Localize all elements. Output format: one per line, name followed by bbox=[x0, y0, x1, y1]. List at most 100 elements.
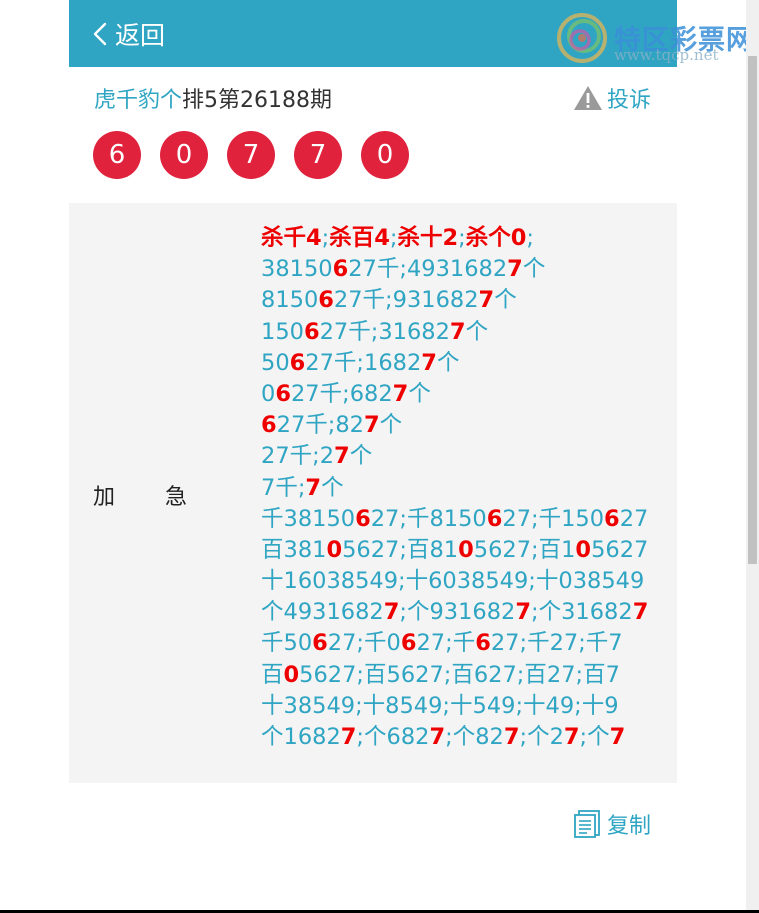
prediction-text: 个 bbox=[349, 443, 373, 470]
result-ball: 7 bbox=[294, 131, 342, 179]
highlight-digit: 杀千4 bbox=[261, 225, 322, 251]
category-label-char: 加 bbox=[93, 485, 116, 510]
document-copy-icon bbox=[574, 810, 600, 838]
prediction-text: ;个31682 bbox=[531, 599, 633, 626]
prediction-text: 27千;82 bbox=[276, 412, 364, 439]
site-logo: 特区彩票网 www.tqcp.net bbox=[556, 8, 759, 66]
issue-label: 排5第26188期 bbox=[182, 88, 332, 113]
prediction-line: 千38150627;千8150627;千150627 bbox=[261, 504, 661, 535]
prediction-line: 个16827;个6827;个827;个27;个7 bbox=[261, 722, 661, 753]
prediction-text: 个4931682 bbox=[261, 599, 384, 626]
prediction-text: 个 bbox=[408, 380, 431, 407]
highlight-digit: 0 bbox=[458, 536, 474, 563]
prediction-text: 个 bbox=[379, 412, 403, 439]
highlight-digit: 6 bbox=[400, 630, 417, 657]
highlight-digit: 7 bbox=[364, 412, 380, 439]
prediction-text: 个 bbox=[465, 318, 489, 345]
prediction-line: 0627千;6827个 bbox=[261, 379, 661, 410]
prediction-text: 27;千0 bbox=[327, 630, 401, 657]
scrollbar[interactable] bbox=[746, 0, 759, 913]
prediction-text: 27千;682 bbox=[290, 380, 393, 407]
prediction-text: ; bbox=[389, 225, 398, 251]
prediction-text: 27千;1682 bbox=[305, 349, 422, 376]
prediction-text: 个 bbox=[494, 287, 517, 314]
prediction-text: 十38549;十8549;十549;十49;十9 bbox=[261, 692, 619, 719]
lottery-name-link[interactable]: 虎千豹个 bbox=[94, 82, 182, 114]
prediction-text: 27千;4931682 bbox=[348, 256, 508, 283]
prediction-text: ;个931682 bbox=[399, 599, 516, 626]
prediction-text: 7千; bbox=[261, 474, 306, 501]
prediction-line: 十16038549;十6038549;十038549 bbox=[261, 566, 661, 597]
highlight-digit: 6 bbox=[332, 256, 349, 283]
complain-button[interactable]: 投诉 bbox=[573, 82, 651, 114]
highlight-digit: 7 bbox=[305, 474, 322, 501]
prediction-text: 0 bbox=[261, 380, 276, 407]
prediction-text: 27;千 bbox=[416, 630, 476, 657]
prediction-line: 十38549;十8549;十549;十49;十9 bbox=[261, 691, 661, 722]
highlight-digit: 7 bbox=[429, 724, 446, 750]
result-ball: 6 bbox=[93, 131, 141, 179]
prediction-text: 百 bbox=[261, 661, 284, 688]
prediction-text: 个 bbox=[436, 349, 460, 376]
copy-button[interactable]: 复制 bbox=[573, 808, 651, 840]
highlight-digit: 7 bbox=[632, 599, 649, 626]
prediction-text: 8150 bbox=[261, 287, 319, 314]
header-bar: 返回 特区彩票网 www.tqcp.net bbox=[69, 0, 753, 67]
prediction-text: ;个2 bbox=[519, 724, 564, 750]
prediction-text: 个 bbox=[321, 474, 344, 501]
prediction-text: 38150 bbox=[261, 256, 333, 283]
prediction-text: ; bbox=[458, 225, 466, 251]
highlight-digit: 杀个0 bbox=[465, 225, 527, 251]
highlight-digit: 7 bbox=[507, 256, 523, 283]
highlight-digit: 6 bbox=[486, 505, 503, 532]
highlight-digit: 7 bbox=[449, 318, 466, 345]
prediction-text: 27千;2 bbox=[261, 443, 335, 470]
prediction-line: 百38105627;百8105627;百105627 bbox=[261, 535, 661, 566]
result-ball: 0 bbox=[160, 131, 208, 179]
prediction-line: 杀千4;杀百4;杀十2;杀个0; bbox=[261, 223, 661, 254]
prediction-text: 50 bbox=[261, 349, 290, 376]
prediction-text: 个1682 bbox=[261, 724, 341, 750]
category-label-char: 急 bbox=[165, 485, 188, 510]
highlight-digit: 6 bbox=[303, 318, 320, 345]
highlight-digit: 6 bbox=[312, 630, 328, 657]
highlight-digit: 6 bbox=[275, 380, 291, 407]
highlight-digit: 6 bbox=[355, 505, 371, 532]
prediction-line: 50627千;16827个 bbox=[261, 348, 661, 379]
highlight-digit: 7 bbox=[383, 599, 400, 626]
highlight-digit: 7 bbox=[478, 287, 495, 314]
prediction-text: 27 bbox=[619, 505, 649, 532]
logo-url: www.tqcp.net bbox=[614, 46, 719, 64]
prediction-text: 个 bbox=[522, 256, 546, 283]
prediction-line: 百05627;百5627;百627;百27;百7 bbox=[261, 660, 661, 691]
back-button[interactable]: 返回 bbox=[93, 0, 165, 67]
prediction-text: ; bbox=[526, 225, 534, 251]
page: 返回 特区彩票网 www.tqcp.net 虎千豹个 排5第26188期 投诉 6… bbox=[69, 0, 753, 913]
prediction-text: 5627;百1 bbox=[473, 536, 576, 563]
prediction-text: 27千;31682 bbox=[319, 318, 450, 345]
prediction-text: 千38150 bbox=[261, 505, 356, 532]
highlight-digit: 6 bbox=[318, 287, 334, 314]
prediction-line: 千50627;千0627;千627;千27;千7 bbox=[261, 628, 661, 659]
prediction-text: 5627;百5627;百627;百27;百7 bbox=[299, 661, 620, 688]
highlight-digit: 0 bbox=[575, 536, 592, 563]
prediction-text: ;个82 bbox=[445, 724, 504, 750]
prediction-line: 8150627千;9316827个 bbox=[261, 285, 661, 316]
prediction-text: ;个682 bbox=[356, 724, 430, 750]
prediction-text: 百381 bbox=[261, 536, 327, 563]
highlight-digit: 0 bbox=[326, 536, 343, 563]
category-label: 加急 bbox=[93, 479, 187, 511]
highlight-digit: 7 bbox=[340, 724, 357, 750]
warning-icon bbox=[573, 86, 602, 110]
prediction-text: 27;千8150 bbox=[370, 505, 487, 532]
result-balls: 6 0 7 7 0 bbox=[93, 131, 428, 179]
highlight-digit: 7 bbox=[392, 380, 409, 407]
prediction-line: 150627千;316827个 bbox=[261, 317, 661, 348]
back-label: 返回 bbox=[115, 20, 166, 50]
prediction-text: 5627 bbox=[591, 536, 649, 563]
highlight-digit: 7 bbox=[334, 443, 350, 470]
result-ball: 0 bbox=[361, 131, 409, 179]
highlight-digit: 7 bbox=[609, 724, 626, 750]
scrollbar-thumb[interactable] bbox=[748, 56, 757, 564]
prediction-text: 27千;931682 bbox=[333, 287, 479, 314]
